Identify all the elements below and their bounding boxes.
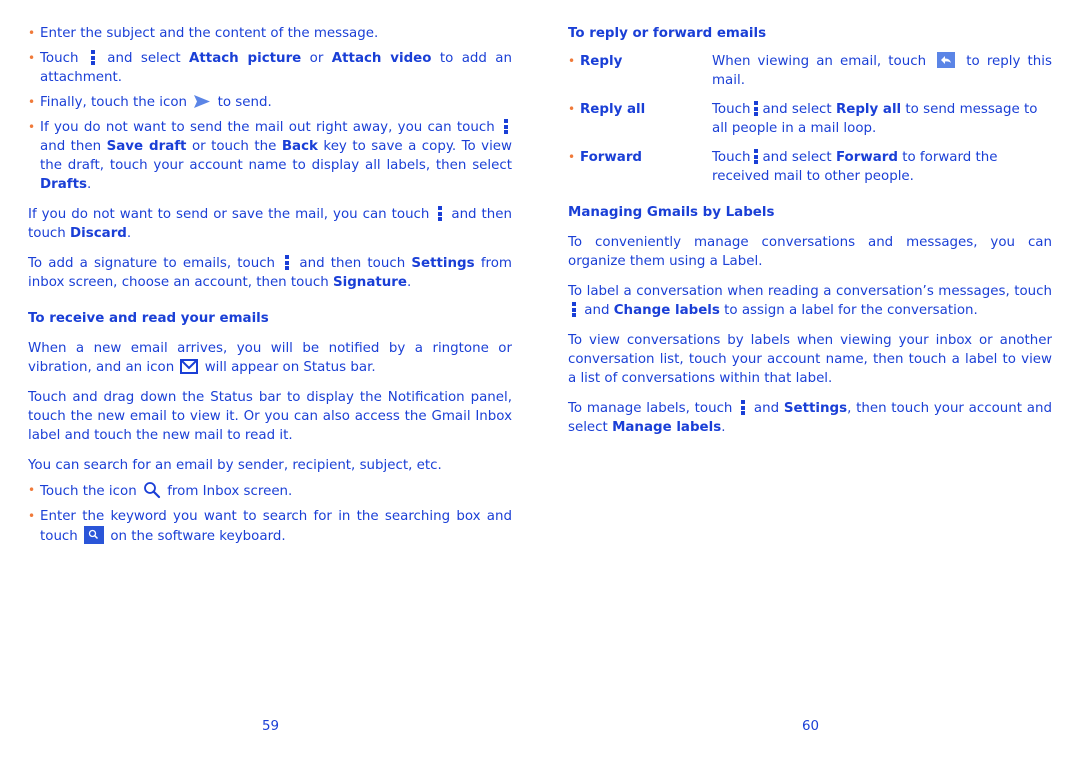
notify-paragraph: When a new email arrives, you will be no… (28, 339, 512, 377)
page-number-right: 60 (802, 719, 820, 734)
right-page: To reply or forward emails Reply When vi… (568, 24, 1052, 448)
signature-term: Signature (332, 275, 407, 290)
text: Touch (40, 51, 79, 66)
menu-icon (754, 149, 759, 164)
text: Touch the icon (40, 484, 137, 499)
send-icon (194, 95, 211, 108)
reply-all-term: Reply all (835, 102, 902, 117)
text: . (407, 275, 412, 290)
page-number-left: 59 (262, 719, 280, 734)
drag-paragraph: Touch and drag down the Status bar to di… (28, 390, 512, 443)
text: . (86, 177, 92, 192)
reply-all-row: Reply all Touchand select Reply all to s… (568, 100, 1052, 138)
bullet-search-icon: Touch the icon from Inbox screen. (28, 481, 512, 501)
menu-icon (572, 302, 576, 317)
text: or (309, 51, 324, 66)
discard-term: Discard (70, 226, 127, 241)
text: to send. (217, 95, 272, 110)
reply-heading: To reply or forward emails (568, 26, 767, 41)
text: from Inbox screen. (167, 484, 293, 499)
text: and select (107, 51, 181, 66)
save-draft-term: Save draft (106, 139, 187, 154)
text: . (126, 226, 132, 241)
bullet-send: Finally, touch the icon to send. (28, 93, 512, 112)
text: If you do not want to send or save the m… (28, 207, 430, 222)
text: To label a conversation when reading a c… (568, 284, 1052, 299)
back-term: Back (281, 139, 318, 154)
forward-label: Forward (568, 148, 712, 186)
forward-description: Touch and select Forward to forward the r… (712, 148, 1052, 186)
keyboard-search-key-icon (84, 526, 105, 544)
manage-labels-term: Manage labels (612, 420, 722, 435)
text: When viewing an email, touch (712, 54, 927, 69)
forward-row: Forward Touchand select Forward to forwa… (568, 148, 1052, 186)
mail-icon (180, 359, 199, 374)
menu-icon (285, 255, 290, 270)
label-conversation-paragraph: To label a conversation when reading a c… (568, 282, 1052, 320)
text: . (721, 420, 726, 435)
settings-term: Settings (411, 256, 475, 271)
menu-icon (90, 50, 95, 65)
text: and (753, 401, 780, 416)
signature-paragraph: To add a signature to emails, touch and … (28, 254, 512, 292)
change-labels-term: Change labels (613, 303, 720, 318)
menu-icon (504, 119, 508, 134)
settings-term: Settings (783, 401, 848, 416)
search-paragraph: You can search for an email by sender, r… (28, 458, 442, 473)
organize-paragraph: To conveniently manage conversations and… (568, 235, 1052, 269)
manage-labels-paragraph: To manage labels, touch and Settings, th… (568, 399, 1052, 437)
text: will appear on Status bar. (204, 360, 376, 375)
menu-icon (754, 101, 759, 116)
forward-term: Forward (835, 150, 898, 165)
text: Touch (712, 102, 751, 117)
text: and then (40, 139, 102, 154)
reply-all-label: Reply all (568, 100, 712, 138)
bullet-save-draft: If you do not want to send the mail out … (28, 118, 512, 194)
text: To add a signature to emails, touch (28, 256, 276, 271)
text: and select (762, 150, 832, 165)
bullet-text: Enter the subject and the content of the… (40, 26, 379, 41)
reply-label: Reply (568, 52, 712, 90)
text: and then touch (299, 256, 406, 271)
bullet-enter-subject: Enter the subject and the content of the… (28, 24, 512, 43)
reply-all-description: Touch and select Reply all to send messag… (712, 100, 1052, 138)
text: Touch (712, 150, 751, 165)
attach-picture-term: Attach picture (189, 51, 302, 66)
text: to assign a label for the conversation. (724, 303, 978, 318)
discard-paragraph: If you do not want to send or save the m… (28, 205, 512, 243)
drafts-term: Drafts (40, 177, 87, 192)
reply-row: Reply When viewing an email, touch to re… (568, 52, 1052, 90)
reply-icon (937, 52, 956, 68)
bullet-search-keyword: Enter the keyword you want to search for… (28, 507, 512, 546)
text: Finally, touch the icon (40, 95, 188, 110)
attach-video-term: Attach video (331, 51, 432, 66)
receive-heading: To receive and read your emails (28, 311, 269, 326)
text: To manage labels, touch (568, 401, 733, 416)
text: and select (762, 102, 832, 117)
text: and (584, 303, 610, 318)
search-icon (144, 482, 161, 499)
text: If you do not want to send the mail out … (40, 120, 495, 135)
text: or touch the (191, 139, 277, 154)
text: on the software keyboard. (110, 529, 286, 544)
left-page: Enter the subject and the content of the… (28, 24, 512, 552)
labels-heading: Managing Gmails by Labels (568, 205, 775, 220)
bullet-attach: Touch and select Attach picture or Attac… (28, 49, 512, 87)
menu-icon (438, 206, 443, 221)
menu-icon (741, 400, 746, 415)
view-labels-paragraph: To view conversations by labels when vie… (568, 333, 1052, 386)
reply-description: When viewing an email, touch to reply th… (712, 52, 1052, 90)
